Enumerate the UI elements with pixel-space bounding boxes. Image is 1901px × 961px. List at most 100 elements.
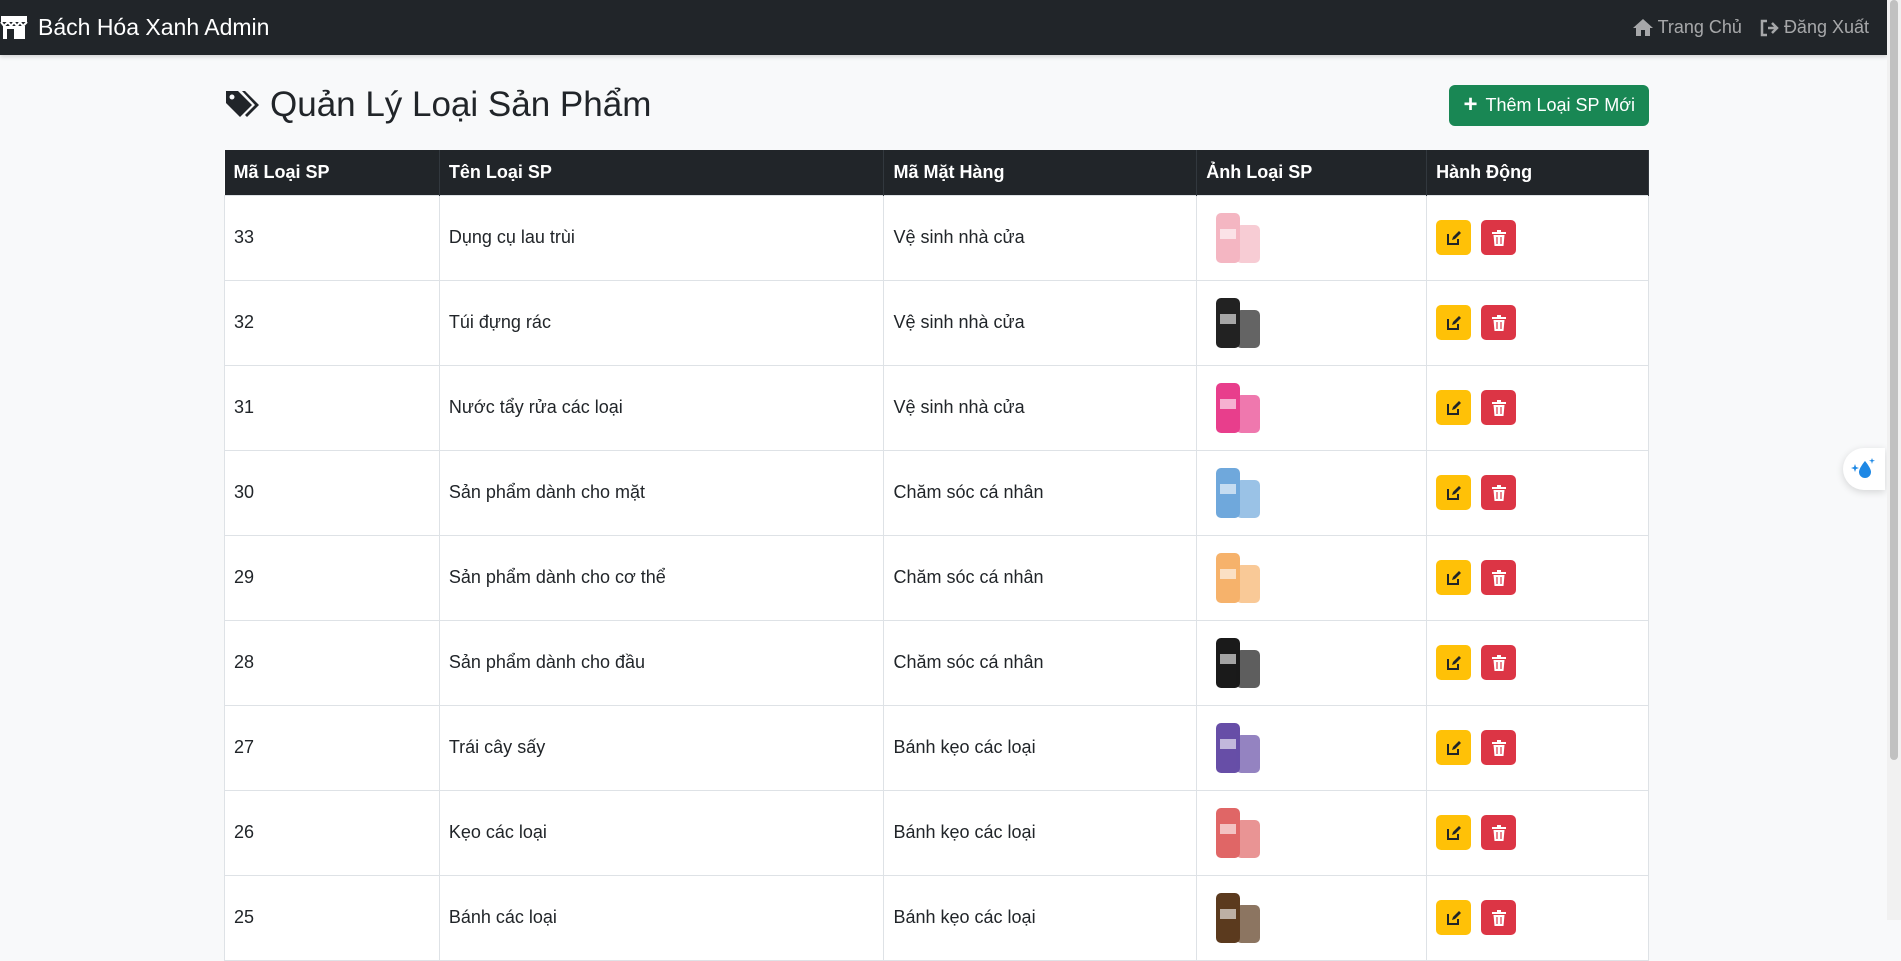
- table-row: 26 Kẹo các loại Bánh kẹo các loại: [224, 789, 1649, 876]
- edit-button[interactable]: [1436, 220, 1472, 255]
- nav-link-home-label: Trang Chủ: [1657, 17, 1742, 37]
- page-scrollbar[interactable]: [1887, 0, 1901, 920]
- trash-icon: [1491, 399, 1506, 416]
- edit-button[interactable]: [1436, 390, 1472, 425]
- header-id[interactable]: Mã Loại SP: [224, 150, 440, 195]
- header-group[interactable]: Mã Mặt Hàng: [883, 150, 1198, 195]
- table-row: 30 Sản phẩm dành cho mặt Chăm sóc cá nhâ…: [224, 449, 1649, 536]
- table-row: 31 Nước tẩy rửa các loại Vệ sinh nhà cửa: [224, 364, 1649, 451]
- row-actions: [1436, 645, 1639, 680]
- edit-icon: [1446, 400, 1461, 415]
- nav-links: Trang Chủ Đăng Xuất: [1632, 17, 1869, 38]
- cell-id: 30: [224, 449, 440, 536]
- plus-icon: +: [1463, 91, 1478, 118]
- edit-icon: [1446, 315, 1461, 330]
- category-thumbnail: [1206, 887, 1268, 949]
- row-actions: [1436, 305, 1639, 340]
- edit-button[interactable]: [1436, 730, 1472, 765]
- delete-button[interactable]: [1481, 815, 1517, 850]
- floating-assistant-button[interactable]: [1843, 448, 1885, 490]
- delete-button[interactable]: [1481, 475, 1517, 510]
- category-thumbnail: [1206, 207, 1268, 269]
- edit-button[interactable]: [1436, 475, 1472, 510]
- table-row: 25 Bánh các loại Bánh kẹo các loại: [224, 874, 1649, 961]
- edit-icon: [1446, 485, 1461, 500]
- trash-icon: [1491, 739, 1506, 756]
- navbar: Bách Hóa Xanh Admin Trang Chủ Đăng Xuất: [0, 0, 1887, 55]
- edit-icon: [1446, 655, 1461, 670]
- cell-id: 29: [224, 534, 440, 621]
- trash-icon: [1491, 314, 1506, 331]
- delete-button[interactable]: [1481, 305, 1517, 340]
- cell-id: 25: [224, 874, 440, 961]
- table-row: 29 Sản phẩm dành cho cơ thể Chăm sóc cá …: [224, 534, 1649, 621]
- row-actions: [1436, 220, 1639, 255]
- header-name[interactable]: Tên Loại SP: [439, 150, 885, 195]
- cell-group: Chăm sóc cá nhân: [883, 449, 1198, 536]
- cell-actions: [1426, 704, 1649, 791]
- edit-icon: [1446, 230, 1461, 245]
- category-thumbnail: [1206, 292, 1268, 354]
- row-actions: [1436, 815, 1639, 850]
- edit-button[interactable]: [1436, 305, 1472, 340]
- row-actions: [1436, 900, 1639, 935]
- cell-name: Sản phẩm dành cho mặt: [438, 449, 885, 536]
- category-table: Mã Loại SP Tên Loại SP Mã Mặt Hàng Ảnh L…: [224, 150, 1649, 961]
- cell-image: [1196, 619, 1428, 706]
- nav-link-home[interactable]: Trang Chủ: [1632, 17, 1742, 38]
- cell-image: [1196, 364, 1428, 451]
- add-category-button[interactable]: + Thêm Loại SP Mới: [1449, 84, 1649, 126]
- nav-link-logout-label: Đăng Xuất: [1783, 17, 1869, 37]
- row-actions: [1436, 560, 1639, 595]
- cell-actions: [1426, 449, 1649, 536]
- cell-image: [1196, 789, 1428, 876]
- category-thumbnail: [1206, 377, 1268, 439]
- row-actions: [1436, 475, 1639, 510]
- cell-image: [1196, 874, 1428, 961]
- row-actions: [1436, 730, 1639, 765]
- table-row: 27 Trái cây sấy Bánh kẹo các loại: [224, 704, 1649, 791]
- delete-button[interactable]: [1481, 220, 1517, 255]
- cell-id: 28: [224, 619, 440, 706]
- cell-id: 32: [224, 279, 440, 366]
- edit-button[interactable]: [1436, 645, 1472, 680]
- trash-icon: [1491, 824, 1506, 841]
- cell-image: [1196, 194, 1428, 281]
- brand[interactable]: Bách Hóa Xanh Admin: [0, 14, 269, 42]
- cell-image: [1196, 534, 1428, 621]
- trash-icon: [1491, 569, 1506, 586]
- edit-button[interactable]: [1436, 815, 1472, 850]
- edit-icon: [1446, 910, 1461, 925]
- table-row: 33 Dụng cụ lau trùi Vệ sinh nhà cửa: [224, 194, 1649, 281]
- trash-icon: [1491, 484, 1506, 501]
- cell-name: Bánh các loại: [438, 874, 885, 961]
- page-title: Quản Lý Loại Sản Phẩm: [224, 85, 651, 125]
- cell-group: Vệ sinh nhà cửa: [883, 364, 1198, 451]
- category-thumbnail: [1206, 802, 1268, 864]
- cell-name: Kẹo các loại: [438, 789, 885, 876]
- nav-link-logout[interactable]: Đăng Xuất: [1760, 17, 1869, 38]
- scrollbar-thumb[interactable]: [1890, 0, 1898, 760]
- delete-button[interactable]: [1481, 560, 1517, 595]
- cell-id: 26: [224, 789, 440, 876]
- category-thumbnail: [1206, 462, 1268, 524]
- cell-actions: [1426, 279, 1649, 366]
- delete-button[interactable]: [1481, 390, 1517, 425]
- edit-button[interactable]: [1436, 900, 1472, 935]
- cell-name: Sản phẩm dành cho đầu: [438, 619, 885, 706]
- cell-group: Bánh kẹo các loại: [883, 789, 1198, 876]
- home-icon: [1632, 19, 1653, 36]
- delete-button[interactable]: [1481, 900, 1517, 935]
- category-thumbnail: [1206, 547, 1268, 609]
- cell-image: [1196, 704, 1428, 791]
- cell-group: Vệ sinh nhà cửa: [883, 279, 1198, 366]
- table-row: 28 Sản phẩm dành cho đầu Chăm sóc cá nhâ…: [224, 619, 1649, 706]
- delete-button[interactable]: [1481, 730, 1517, 765]
- trash-icon: [1491, 654, 1506, 671]
- delete-button[interactable]: [1481, 645, 1517, 680]
- edit-button[interactable]: [1436, 560, 1472, 595]
- table-body: 33 Dụng cụ lau trùi Vệ sinh nhà cửa 32 T…: [224, 194, 1649, 961]
- cell-group: Bánh kẹo các loại: [883, 874, 1198, 961]
- header-actions: Hành Động: [1426, 150, 1649, 195]
- page-header: Quản Lý Loại Sản Phẩm + Thêm Loại SP Mới: [224, 80, 1649, 130]
